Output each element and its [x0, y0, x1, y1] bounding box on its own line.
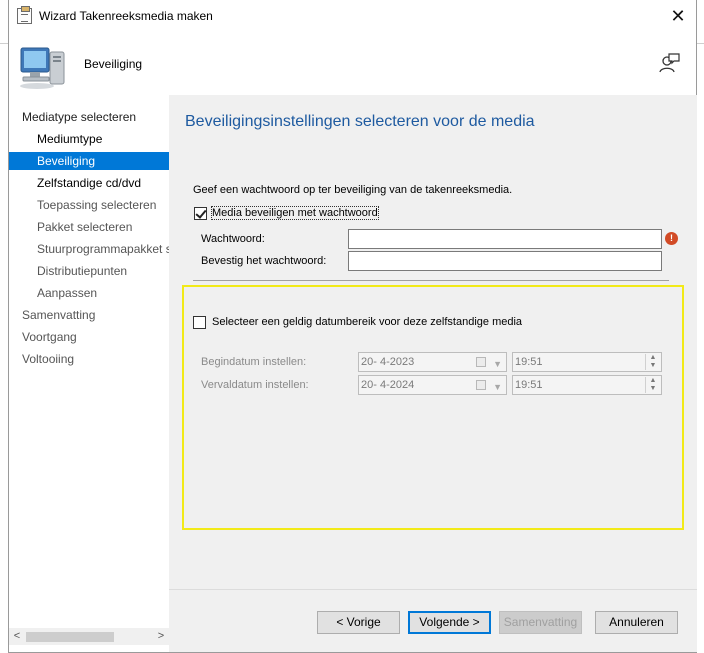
spin-down-icon[interactable]: ▼ [646, 385, 660, 393]
summary-button[interactable]: Samenvatting [499, 611, 582, 634]
nav-item-stuurprogrammapakket[interactable]: Stuurprogrammapakket s [37, 240, 169, 258]
nav-item-beveiliging[interactable]: Beveiliging [9, 152, 169, 170]
time-spinner[interactable]: ▲ ▼ [645, 354, 660, 370]
window-title: Wizard Takenreeksmedia maken [39, 9, 213, 23]
calendar-icon [476, 357, 486, 367]
page-title: Beveiliging [84, 57, 143, 71]
nav-horizontal-scrollbar[interactable]: < > [9, 628, 169, 645]
intro-text: Geef een wachtwoord op ter beveiliging v… [193, 184, 513, 196]
background-window-edge [0, 34, 8, 44]
calendar-icon [476, 380, 486, 390]
next-button[interactable]: Volgende > [408, 611, 491, 634]
cancel-button[interactable]: Annuleren [595, 611, 678, 634]
wizard-header: Beveiliging [9, 32, 696, 95]
chevron-down-icon: ▼ [493, 382, 502, 392]
person-help-icon[interactable] [659, 52, 681, 74]
nav-item-mediatype-selecteren[interactable]: Mediatype selecteren [22, 108, 136, 126]
title-bar[interactable]: Wizard Takenreeksmedia maken ✕ [9, 0, 696, 32]
nav-item-voortgang[interactable]: Voortgang [22, 328, 77, 346]
start-date-label: Begindatum instellen: [201, 356, 307, 368]
nav-item-toepassing-selecteren[interactable]: Toepassing selecteren [37, 196, 156, 214]
nav-item-voltooiing[interactable]: Voltooiing [22, 350, 74, 368]
start-time-picker[interactable]: 19:51 ▲ ▼ [512, 352, 662, 372]
password-label: Wachtwoord: [201, 233, 265, 245]
scrollbar-thumb[interactable] [26, 632, 114, 642]
nav-item-samenvatting[interactable]: Samenvatting [22, 306, 95, 324]
close-button[interactable]: ✕ [660, 0, 696, 32]
time-spinner[interactable]: ▲ ▼ [645, 377, 660, 393]
password-field[interactable] [348, 229, 662, 249]
nav-item-distributiepunten[interactable]: Distributiepunten [37, 262, 127, 280]
confirm-password-field[interactable] [348, 251, 662, 271]
date-range-label[interactable]: Selecteer een geldig datumbereik voor de… [212, 316, 522, 328]
end-date-picker[interactable]: 20- 4-2024 ▼ [358, 375, 507, 395]
end-time-picker[interactable]: 19:51 ▲ ▼ [512, 375, 662, 395]
separator [193, 280, 669, 281]
nav-item-mediumtype[interactable]: Mediumtype [37, 130, 102, 148]
wizard-footer: < Vorige Volgende > Samenvatting Annuler… [169, 589, 697, 652]
nav-item-pakket-selecteren[interactable]: Pakket selecteren [37, 218, 132, 236]
clipboard-icon [17, 6, 32, 24]
protect-with-password-checkbox[interactable] [194, 207, 207, 220]
content-panel: Beveiligingsinstellingen selecteren voor… [169, 95, 697, 589]
section-title: Beveiligingsinstellingen selecteren voor… [185, 113, 535, 130]
scroll-right-icon[interactable]: > [153, 629, 169, 644]
scroll-left-icon[interactable]: < [9, 629, 25, 644]
end-date-value: 20- 4-2024 [361, 379, 415, 391]
end-time-value: 19:51 [515, 379, 543, 391]
nav-item-aanpassen[interactable]: Aanpassen [37, 284, 97, 302]
warning-icon: ! [665, 232, 678, 245]
wizard-steps-nav: Mediatype selecteren Mediumtype Beveilig… [9, 95, 169, 629]
protect-with-password-label[interactable]: Media beveiligen met wachtwoord [211, 206, 379, 220]
confirm-password-label: Bevestig het wachtwoord: [201, 255, 327, 267]
computer-icon [20, 47, 65, 89]
nav-item-zelfstandige-cd-dvd[interactable]: Zelfstandige cd/dvd [37, 174, 141, 192]
close-icon: ✕ [670, 5, 686, 26]
start-date-value: 20- 4-2023 [361, 356, 415, 368]
spin-down-icon[interactable]: ▼ [646, 362, 660, 370]
chevron-down-icon: ▼ [493, 359, 502, 369]
spin-up-icon[interactable]: ▲ [646, 377, 660, 385]
wizard-window: Wizard Takenreeksmedia maken ✕ Beveiligi… [8, 0, 697, 653]
start-date-picker[interactable]: 20- 4-2023 ▼ [358, 352, 507, 372]
date-range-checkbox[interactable] [193, 316, 206, 329]
background-window-edge [696, 34, 704, 44]
spin-up-icon[interactable]: ▲ [646, 354, 660, 362]
end-date-label: Vervaldatum instellen: [201, 379, 309, 391]
previous-button[interactable]: < Vorige [317, 611, 400, 634]
start-time-value: 19:51 [515, 356, 543, 368]
